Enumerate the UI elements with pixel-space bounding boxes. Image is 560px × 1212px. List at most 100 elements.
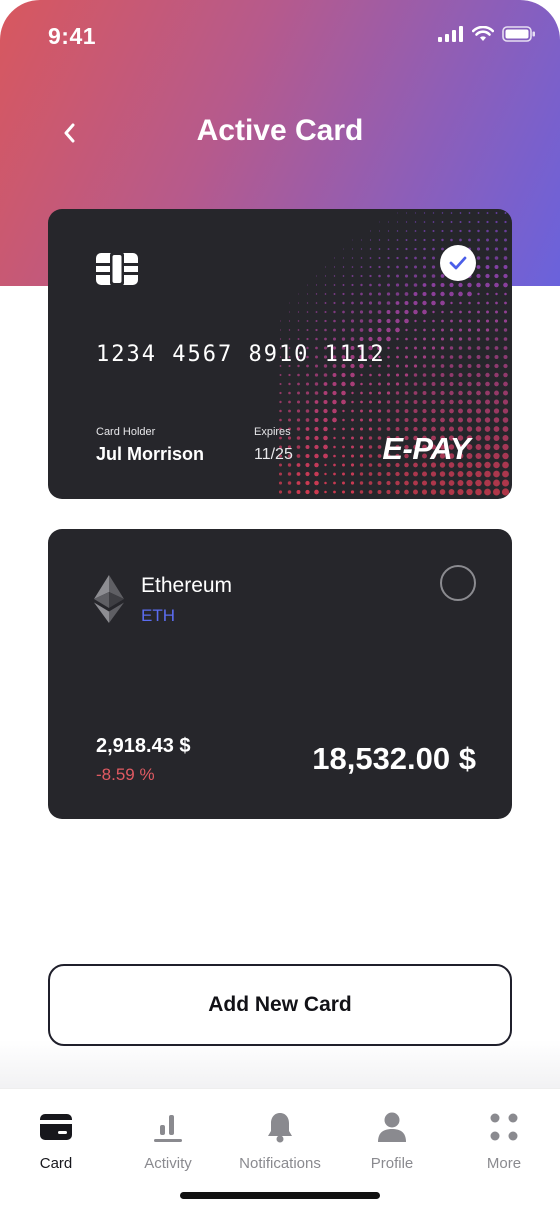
halftone-dot <box>459 319 462 323</box>
halftone-dot <box>377 436 382 440</box>
halftone-dot <box>323 435 328 441</box>
halftone-dot <box>342 481 345 485</box>
tab-more[interactable]: More <box>448 1107 560 1177</box>
halftone-dot <box>423 247 426 251</box>
credit-card[interactable]: 1234 4567 8910 1112 Card Holder Jul Morr… <box>48 209 512 499</box>
halftone-dot <box>457 488 464 496</box>
halftone-dot <box>395 391 400 395</box>
halftone-dot <box>476 265 481 269</box>
halftone-dot <box>450 212 453 214</box>
halftone-dot <box>503 328 508 332</box>
halftone-dot <box>305 436 310 440</box>
tab-card[interactable]: Card <box>0 1107 112 1177</box>
halftone-dot <box>485 247 490 251</box>
halftone-dot <box>468 229 471 233</box>
halftone-dot <box>504 229 507 233</box>
halftone-dot <box>459 212 462 214</box>
halftone-dot <box>477 212 480 214</box>
halftone-dot <box>432 256 435 260</box>
halftone-dot <box>440 399 445 405</box>
halftone-dot <box>476 337 481 341</box>
status-time: 9:41 <box>48 23 97 49</box>
halftone-dot <box>439 471 446 477</box>
halftone-dot <box>350 328 355 332</box>
halftone-dot <box>395 489 400 495</box>
halftone-dot <box>485 328 490 332</box>
halftone-dot <box>405 346 408 350</box>
halftone-dot <box>342 310 345 314</box>
halftone-dot <box>386 310 391 314</box>
halftone-dot <box>449 328 454 332</box>
halftone-dot <box>458 372 463 378</box>
halftone-dot <box>305 453 310 459</box>
wifi-icon <box>472 26 494 41</box>
tab-label: Card <box>39 1155 73 1172</box>
halftone-dot <box>359 337 364 341</box>
halftone-dot <box>467 399 472 405</box>
halftone-dot <box>288 338 291 340</box>
halftone-dot <box>430 471 437 477</box>
halftone-dot <box>423 221 426 223</box>
halftone-dot <box>324 275 327 277</box>
halftone-dot <box>342 409 345 413</box>
halftone-dot <box>502 417 509 423</box>
halftone-dot <box>413 292 418 296</box>
halftone-dot <box>377 481 382 485</box>
halftone-dot <box>350 337 355 341</box>
halftone-dot <box>468 220 471 224</box>
halftone-dot <box>386 391 391 395</box>
halftone-dot <box>377 327 382 333</box>
activity-icon <box>154 1115 182 1142</box>
halftone-dot <box>289 302 290 304</box>
tab-activity[interactable]: Activity <box>112 1107 224 1177</box>
halftone-dot <box>494 372 499 378</box>
halftone-dot <box>395 400 400 404</box>
halftone-dot <box>502 461 509 469</box>
halftone-dot <box>495 212 498 214</box>
card-selected-check[interactable] <box>440 245 476 281</box>
halftone-dot <box>404 382 409 386</box>
halftone-dot <box>395 327 400 333</box>
halftone-dot <box>476 247 481 251</box>
halftone-dot <box>342 454 345 458</box>
halftone-dot <box>495 301 498 305</box>
halftone-dot <box>386 318 391 324</box>
halftone-dot <box>305 382 310 386</box>
halftone-dot <box>297 302 300 304</box>
halftone-dot <box>387 355 390 359</box>
halftone-dot <box>377 418 382 422</box>
halftone-dot <box>405 247 408 251</box>
halftone-dot <box>377 409 382 413</box>
halftone-dot <box>413 489 418 495</box>
halftone-dot <box>441 310 444 314</box>
halftone-dot <box>423 238 426 242</box>
halftone-dot <box>359 490 364 494</box>
halftone-dot <box>414 230 417 232</box>
halftone-dot <box>431 417 436 423</box>
halftone-dot <box>323 382 328 386</box>
halftone-dot <box>279 382 282 386</box>
halftone-dot <box>484 470 491 478</box>
halftone-dot <box>386 471 391 477</box>
halftone-dot <box>341 390 346 396</box>
halftone-dot <box>493 408 500 414</box>
halftone-dot <box>287 481 292 485</box>
crypto-card[interactable]: Ethereum ETH 2,918.43 $ -8.59 % 18,532.0… <box>48 529 512 819</box>
halftone-dot <box>395 480 400 486</box>
halftone-dot <box>386 418 391 422</box>
halftone-dot <box>360 400 363 404</box>
halftone-dot <box>323 453 328 459</box>
halftone-dot <box>459 221 462 223</box>
halftone-dot <box>323 417 328 423</box>
halftone-dot <box>477 220 480 224</box>
tab-notifications[interactable]: Notifications <box>224 1107 336 1177</box>
add-new-card-button[interactable]: Add New Card <box>48 964 512 1046</box>
halftone-dot <box>288 320 291 322</box>
halftone-dot <box>386 301 391 305</box>
halftone-dot <box>405 256 408 260</box>
halftone-dot <box>296 409 301 413</box>
card-select-radio[interactable] <box>440 565 476 601</box>
halftone-dot <box>395 318 400 324</box>
halftone-dot <box>484 408 491 414</box>
tab-profile[interactable]: Profile <box>336 1107 448 1177</box>
